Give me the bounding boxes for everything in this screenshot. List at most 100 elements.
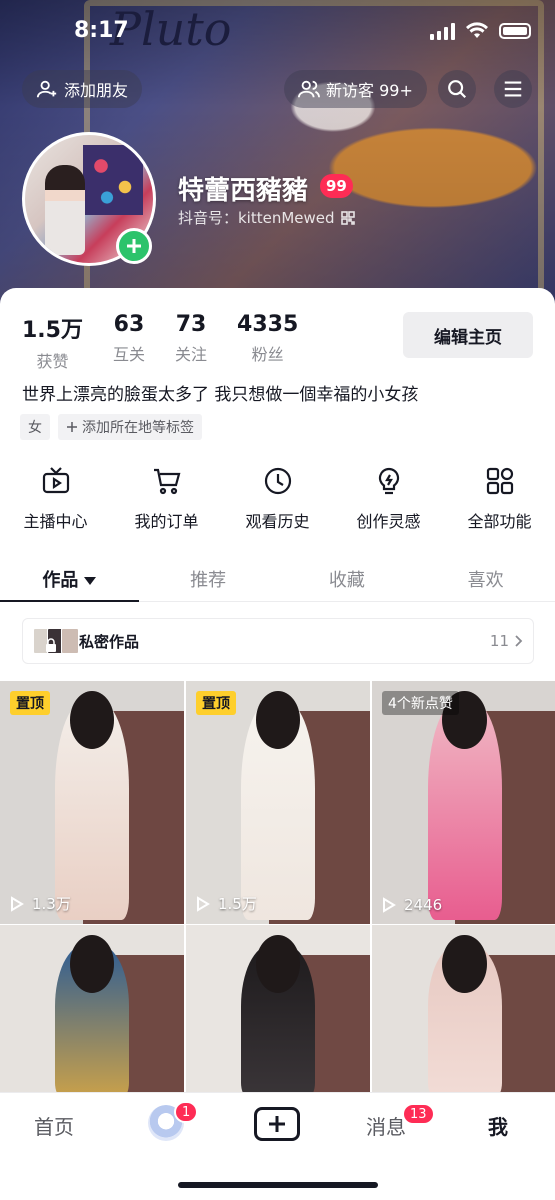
friends-badge: 1 (174, 1101, 199, 1123)
play-icon (197, 895, 210, 912)
add-location-label: 添加所在地等标签 (82, 420, 194, 436)
play-icon (11, 895, 24, 912)
level-badge[interactable]: 99 (320, 174, 353, 198)
stat-label: 粉丝 (251, 345, 284, 364)
plus-icon (127, 239, 141, 253)
tv-icon (42, 467, 69, 494)
caret-down-icon (84, 577, 97, 585)
play-count: 2446 (382, 896, 442, 914)
video-thumbnail[interactable] (186, 925, 370, 1095)
plus-icon (67, 422, 77, 432)
create-button[interactable] (254, 1107, 300, 1141)
stats-row: 1.5万 获赞 63 互关 73 关注 4335 粉丝 (22, 312, 328, 372)
stat-label: 关注 (175, 345, 208, 364)
search-icon (448, 80, 467, 99)
qr-code-icon (340, 210, 355, 225)
video-thumbnail[interactable]: 置顶 1.5万 (186, 681, 370, 924)
tab-recommend[interactable]: 推荐 (139, 556, 278, 601)
private-works-count: 11 (489, 632, 509, 650)
tab-likes[interactable]: 喜欢 (416, 556, 555, 601)
thumb-head (442, 935, 487, 993)
tool-creative-inspiration[interactable]: 创作灵感 (339, 464, 439, 532)
play-count: 1.5万 (196, 893, 257, 914)
tool-my-orders[interactable]: 我的订单 (117, 464, 217, 532)
tab-favorites[interactable]: 收藏 (278, 556, 417, 601)
tab-label: 作品 (42, 570, 79, 591)
video-thumbnail[interactable]: 4个新点赞 2446 (372, 681, 555, 924)
private-works-count-wrap: 11 (490, 632, 523, 650)
stat-value: 73 (175, 312, 207, 337)
thumb-head (255, 935, 301, 993)
chevron-right-icon (515, 635, 523, 647)
add-location-tag[interactable]: 添加所在地等标签 (58, 414, 202, 440)
video-thumbnail[interactable] (0, 925, 184, 1095)
tags-row: 女 添加所在地等标签 (20, 414, 202, 440)
lock-icon (46, 638, 56, 652)
apps-icon (486, 467, 513, 495)
new-likes-badge: 4个新点赞 (382, 691, 459, 715)
tab-works[interactable]: 作品 (0, 556, 139, 602)
add-avatar-button[interactable] (116, 228, 152, 264)
play-count-value: 1.5万 (218, 895, 257, 913)
bulb-icon (378, 467, 399, 495)
tools-row: 主播中心 我的订单 观看历史 创作灵感 全部功能 (0, 464, 555, 532)
status-bar: 8:17 (0, 18, 555, 48)
tab-label: 收藏 (328, 570, 365, 591)
add-friend-button[interactable]: 添加朋友 (22, 70, 143, 108)
pinned-badge: 置顶 (10, 691, 50, 715)
status-time: 8:17 (74, 18, 129, 43)
new-visitors-button[interactable]: 新访客 99+ (284, 70, 427, 108)
tool-label: 我的订单 (134, 512, 199, 531)
stat-value: 1.5万 (22, 318, 83, 343)
tool-streamer-center[interactable]: 主播中心 (6, 464, 106, 532)
video-thumbnail[interactable]: 置顶 1.3万 (0, 681, 184, 924)
home-indicator (178, 1182, 378, 1188)
stat-likes[interactable]: 1.5万 获赞 (22, 312, 83, 372)
stat-followers[interactable]: 4335 粉丝 (237, 312, 298, 372)
douyin-id[interactable]: 抖音号：kittenMewed (178, 207, 355, 228)
video-grid: 置顶 1.3万 置顶 1.5万 4个新点赞 2446 (0, 681, 555, 1095)
tool-watch-history[interactable]: 观看历史 (228, 464, 328, 532)
nav-home[interactable]: 首页 (34, 1111, 74, 1140)
douyin-id-text: 抖音号：kittenMewed (178, 209, 335, 227)
nav-me[interactable]: 我 (488, 1111, 508, 1140)
video-thumbnail[interactable] (372, 925, 555, 1095)
tab-label: 喜欢 (467, 570, 504, 591)
add-friend-label: 添加朋友 (64, 81, 129, 100)
content-tabs: 作品 推荐 收藏 喜欢 (0, 556, 555, 602)
private-works-label: 私密作品 (79, 632, 140, 651)
avatar-figure (45, 165, 85, 255)
stat-following[interactable]: 73 关注 (175, 312, 207, 372)
search-button[interactable] (438, 70, 476, 108)
tool-all-features[interactable]: 全部功能 (450, 464, 550, 532)
stat-mutual[interactable]: 63 互关 (113, 312, 145, 372)
nav-messages[interactable]: 消息 (366, 1111, 406, 1140)
play-count-value: 1.3万 (32, 895, 71, 913)
gender-tag[interactable]: 女 (20, 414, 50, 440)
clock-icon (264, 467, 291, 495)
thumb-head (69, 935, 115, 993)
menu-button[interactable] (494, 70, 532, 108)
tool-label: 观看历史 (245, 512, 310, 531)
tool-label: 主播中心 (23, 512, 88, 531)
status-icons (430, 22, 531, 40)
play-count: 1.3万 (10, 893, 71, 914)
cart-icon (153, 468, 180, 495)
private-works-row[interactable]: 私密作品 11 (22, 618, 534, 664)
add-person-icon (36, 80, 57, 98)
messages-badge: 13 (402, 1103, 435, 1125)
stat-label: 获赞 (36, 352, 69, 371)
edit-profile-button[interactable]: 编辑主页 (403, 312, 533, 358)
stat-value: 63 (113, 312, 145, 337)
tool-label: 创作灵感 (356, 512, 421, 531)
profile-card: 1.5万 获赞 63 互关 73 关注 4335 粉丝 编辑主页 世界上漂亮的臉… (0, 288, 555, 1100)
tab-label: 推荐 (190, 570, 227, 591)
battery-icon (499, 23, 531, 39)
visitors-icon (298, 80, 320, 98)
avatar-painting (83, 145, 143, 215)
stat-value: 4335 (237, 312, 299, 337)
thumb-head (255, 691, 301, 749)
wifi-icon (466, 22, 488, 38)
tool-label: 全部功能 (467, 512, 532, 531)
signal-icon (430, 22, 455, 40)
